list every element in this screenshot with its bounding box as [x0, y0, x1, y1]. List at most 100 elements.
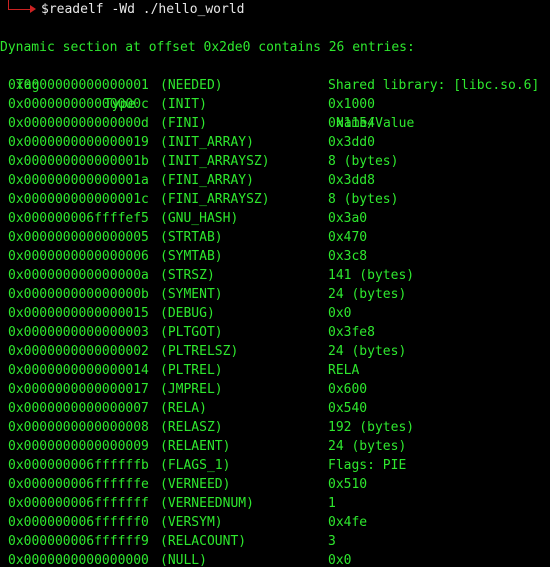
entry-value: 141 (bytes): [328, 268, 415, 283]
table-row: 0x000000000000001c (FINI_ARRAYSZ) 8 (bytes…: [0, 190, 550, 209]
entry-type: (SYMTAB): [160, 249, 223, 264]
entry-type: (VERNEED): [160, 477, 231, 492]
table-row: 0x000000000000000b (SYMENT) 24 (bytes): [0, 285, 550, 304]
entry-type: (JMPREL): [160, 382, 223, 397]
entry-tag: 0x0000000000000006: [8, 249, 149, 264]
table-row: 0x0000000000000007 (RELA) 0x540: [0, 399, 550, 418]
entry-tag: 0x0000000000000002: [8, 344, 149, 359]
entry-tag: 0x0000000000000000: [8, 553, 149, 567]
entry-value: 0x4fe: [328, 515, 368, 530]
entry-tag: 0x0000000000000015: [8, 306, 149, 321]
entry-tag: 0x0000000000000008: [8, 420, 149, 435]
entry-type: (VERNEEDNUM): [160, 496, 254, 511]
entry-type: (PLTRELSZ): [160, 344, 239, 359]
entry-tag: 0x000000006ffffffe: [8, 477, 149, 492]
entry-value: 8 (bytes): [328, 192, 399, 207]
entry-tag: 0x0000000000000003: [8, 325, 149, 340]
prompt-line: $readelf -Wd ./hello_world: [0, 0, 550, 19]
entry-value: 0x600: [328, 382, 368, 397]
entry-value: 0x540: [328, 401, 368, 416]
entry-value: Shared library: [libc.so.6]: [328, 78, 540, 93]
entry-tag: 0x000000000000000c: [8, 97, 149, 112]
entry-type: (NULL): [160, 553, 207, 567]
entry-tag: 0x000000000000000b: [8, 287, 149, 302]
prompt-dash-icon: [8, 9, 32, 10]
summary-line: Dynamic section at offset 0x2de0 contain…: [0, 40, 415, 55]
entry-value: 0x0: [328, 553, 352, 567]
entry-value: 3: [328, 534, 336, 549]
entry-type: (PLTGOT): [160, 325, 223, 340]
entry-type: (STRSZ): [160, 268, 215, 283]
entry-type: (INIT_ARRAYSZ): [160, 154, 270, 169]
table-row: 0x000000006ffffff9 (RELACOUNT) 3: [0, 532, 550, 551]
entry-type: (FINI_ARRAY): [160, 173, 254, 188]
entry-type: (VERSYM): [160, 515, 223, 530]
table-row: 0x0000000000000001 (NEEDED) Shared library…: [0, 76, 550, 95]
table-row: 0x0000000000000005 (STRTAB) 0x470: [0, 228, 550, 247]
entry-value: RELA: [328, 363, 360, 378]
command-text: $readelf -Wd ./hello_world: [41, 2, 245, 17]
entry-type: (FINI): [160, 116, 207, 131]
table-row: 0x000000006ffffffb (FLAGS_1) Flags: PIE: [0, 456, 550, 475]
entry-value: 0x3dd0: [328, 135, 375, 150]
table-row: 0x000000000000000a (STRSZ) 141 (bytes): [0, 266, 550, 285]
entry-tag: 0x0000000000000007: [8, 401, 149, 416]
entry-value: 0x3fe8: [328, 325, 375, 340]
entry-tag: 0x0000000000000017: [8, 382, 149, 397]
table-row: 0x000000000000000d (FINI) 0x1154: [0, 114, 550, 133]
table-row: 0x000000006fffffff (VERNEEDNUM) 1: [0, 494, 550, 513]
entry-type: (FLAGS_1): [160, 458, 231, 473]
entry-value: 1: [328, 496, 336, 511]
entry-type: (INIT): [160, 97, 207, 112]
entry-value: Flags: PIE: [328, 458, 407, 473]
prompt-arrow-icon: [30, 5, 36, 13]
table-row: 0x0000000000000002 (PLTRELSZ) 24 (bytes): [0, 342, 550, 361]
table-row: 0x000000000000001a (FINI_ARRAY) 0x3dd8: [0, 171, 550, 190]
terminal-window[interactable]: $readelf -Wd ./hello_world Dynamic secti…: [0, 0, 550, 567]
column-headers: Tag Type Name/Value: [0, 57, 550, 131]
entry-value: 0x3c8: [328, 249, 368, 264]
table-row: 0x000000000000000c (INIT) 0x1000: [0, 95, 550, 114]
table-row: 0x0000000000000008 (RELASZ) 192 (bytes): [0, 418, 550, 437]
table-row: 0x0000000000000009 (RELAENT) 24 (bytes): [0, 437, 550, 456]
entry-value: 0x3dd8: [328, 173, 375, 188]
entry-tag: 0x0000000000000005: [8, 230, 149, 245]
entry-tag: 0x000000006ffffef5: [8, 211, 149, 226]
entry-tag: 0x0000000000000009: [8, 439, 149, 454]
entry-tag: 0x000000006ffffff0: [8, 515, 149, 530]
table-row: 0x000000000000001b (INIT_ARRAYSZ) 8 (bytes…: [0, 152, 550, 171]
entry-type: (RELAENT): [160, 439, 231, 454]
table-row: 0x000000006ffffef5 (GNU_HASH) 0x3a0: [0, 209, 550, 228]
entry-tag: 0x000000000000000d: [8, 116, 149, 131]
table-row: 0x0000000000000003 (PLTGOT) 0x3fe8: [0, 323, 550, 342]
table-row: 0x0000000000000015 (DEBUG) 0x0: [0, 304, 550, 323]
table-row: 0x0000000000000019 (INIT_ARRAY) 0x3dd0: [0, 133, 550, 152]
entry-value: 0x1154: [328, 116, 375, 131]
entry-tag: 0x000000000000001a: [8, 173, 149, 188]
table-row: 0x000000006ffffff0 (VERSYM) 0x4fe: [0, 513, 550, 532]
entry-value: 0x0: [328, 306, 352, 321]
entry-type: (STRTAB): [160, 230, 223, 245]
entry-value: 24 (bytes): [328, 439, 407, 454]
entry-type: (DEBUG): [160, 306, 215, 321]
entry-type: (GNU_HASH): [160, 211, 239, 226]
entry-type: (NEEDED): [160, 78, 223, 93]
entry-value: 0x470: [328, 230, 368, 245]
table-row: 0x0000000000000017 (JMPREL) 0x600: [0, 380, 550, 399]
entry-type: (RELASZ): [160, 420, 223, 435]
entry-value: 24 (bytes): [328, 344, 407, 359]
table-row: 0x0000000000000014 (PLTREL) RELA: [0, 361, 550, 380]
entry-tag: 0x000000000000001c: [8, 192, 149, 207]
entry-type: (PLTREL): [160, 363, 223, 378]
entry-value: 0x510: [328, 477, 368, 492]
entry-type: (FINI_ARRAYSZ): [160, 192, 270, 207]
entry-tag: 0x000000000000000a: [8, 268, 149, 283]
entry-tag: 0x000000006ffffffb: [8, 458, 149, 473]
entry-tag: 0x0000000000000001: [8, 78, 149, 93]
entry-tag: 0x0000000000000014: [8, 363, 149, 378]
entry-tag: 0x000000000000001b: [8, 154, 149, 169]
entry-type: (RELA): [160, 401, 207, 416]
entry-value: 8 (bytes): [328, 154, 399, 169]
entry-tag: 0x0000000000000019: [8, 135, 149, 150]
table-row: 0x000000006ffffffe (VERNEED) 0x510: [0, 475, 550, 494]
